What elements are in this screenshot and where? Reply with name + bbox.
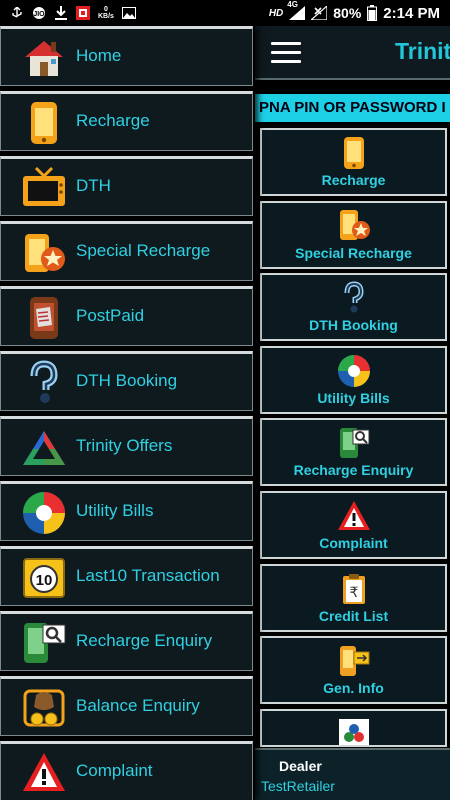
mobile-phone-icon xyxy=(21,100,67,146)
marquee-text: PNA PIN OR PASSWORD I xyxy=(259,99,446,116)
tile-credit-list[interactable]: ₹ Credit List xyxy=(260,563,447,632)
tile-utility-bills[interactable]: Utility Bills xyxy=(260,345,447,414)
dealer-name: TestRetailer xyxy=(261,778,335,794)
recharge-enquiry-icon xyxy=(337,426,371,460)
users-icon xyxy=(337,717,371,745)
tile-recharge-enquiry[interactable]: Recharge Enquiry xyxy=(260,418,447,487)
drawer-item-last10-transaction[interactable]: 10 Last10 Transaction xyxy=(0,546,253,606)
tile-label: Special Recharge xyxy=(295,244,412,261)
image-icon xyxy=(121,6,136,20)
navigation-drawer: Home Recharge DTH Special Recharge PostP… xyxy=(0,26,255,800)
credit-list-icon: ₹ xyxy=(337,572,371,606)
app-title: Trinit xyxy=(395,38,450,64)
drawer-item-label: DTH Booking xyxy=(76,371,178,390)
drawer-item-label: Complaint xyxy=(76,761,153,780)
status-bar: JIO 0 KB/s HD 4G 80% 2:14 PM xyxy=(0,0,450,26)
home-icon xyxy=(21,35,67,81)
drawer-item-label: Recharge xyxy=(76,111,150,130)
tile-label: Recharge xyxy=(321,172,386,188)
no-signal-icon xyxy=(311,6,328,20)
drawer-item-trinity-offers[interactable]: Trinity Offers xyxy=(0,416,253,476)
drawer-item-dth-booking[interactable]: DTH Booking xyxy=(0,351,253,411)
menu-icon[interactable] xyxy=(271,42,301,64)
tile-grid: Recharge Special Recharge DTH Booking Ut… xyxy=(260,128,450,751)
drawer-item-label: Utility Bills xyxy=(76,501,154,520)
drawer-item-postpaid[interactable]: PostPaid xyxy=(0,286,253,346)
drawer-item-recharge-enquiry[interactable]: Recharge Enquiry xyxy=(0,611,253,671)
special-recharge-icon xyxy=(337,209,371,243)
drawer-item-label: Trinity Offers xyxy=(76,436,173,455)
drawer-item-label: Balance Enquiry xyxy=(76,696,200,715)
drawer-item-complaint[interactable]: Complaint xyxy=(0,741,253,800)
tile-label: DTH Booking xyxy=(309,317,398,334)
dealer-info: Dealer TestRetailer xyxy=(255,748,450,800)
tile-label: Recharge Enquiry xyxy=(293,462,414,479)
dealer-label: Dealer xyxy=(279,758,322,774)
drawer-item-label: DTH xyxy=(76,176,111,195)
svg-text:₹: ₹ xyxy=(349,585,358,601)
app-bar: Trinit xyxy=(255,26,450,80)
tile-label: Credit List xyxy=(318,607,389,624)
tile-dth-booking[interactable]: DTH Booking xyxy=(260,273,447,342)
signal-icon: 4G xyxy=(287,0,306,20)
drawer-item-label: Special Recharge xyxy=(76,241,211,260)
tile-special-recharge[interactable]: Special Recharge xyxy=(260,200,447,269)
gen-info-icon xyxy=(337,644,371,678)
battery-percent: 80% xyxy=(333,5,362,21)
tv-icon xyxy=(21,165,67,211)
tile-gen-info[interactable]: Gen. Info xyxy=(260,636,447,705)
drawer-item-special-recharge[interactable]: Special Recharge xyxy=(0,221,253,281)
drawer-item-dth[interactable]: DTH xyxy=(0,156,253,216)
balance-enquiry-icon xyxy=(21,685,67,731)
clock: 2:14 PM xyxy=(383,4,440,22)
svg-text:10: 10 xyxy=(36,572,53,589)
utility-bills-icon xyxy=(337,354,371,388)
last10-icon: 10 xyxy=(21,555,67,601)
drawer-item-balance-enquiry[interactable]: Balance Enquiry xyxy=(0,676,253,736)
drawer-item-label: Home xyxy=(76,46,122,65)
network-speed: 0 KB/s xyxy=(98,6,114,20)
special-recharge-icon xyxy=(21,230,67,276)
drawer-item-home[interactable]: Home xyxy=(0,26,253,86)
tile-label: Utility Bills xyxy=(317,389,390,406)
tile-more[interactable] xyxy=(260,708,447,747)
trinity-logo-icon xyxy=(21,425,67,471)
dth-booking-icon xyxy=(21,360,67,406)
marquee-banner: PNA PIN OR PASSWORD I xyxy=(255,94,450,122)
recharge-enquiry-icon xyxy=(21,620,67,666)
tile-recharge[interactable]: Recharge xyxy=(260,128,447,196)
drawer-item-label: PostPaid xyxy=(76,306,145,325)
app-notification-icon: JIO xyxy=(32,6,46,20)
usb-icon xyxy=(10,6,24,20)
drawer-item-utility-bills[interactable]: Utility Bills xyxy=(0,481,253,541)
drawer-item-recharge[interactable]: Recharge xyxy=(0,91,253,151)
main-screen: Trinit PNA PIN OR PASSWORD I Recharge Sp… xyxy=(255,26,450,800)
drawer-item-label: Recharge Enquiry xyxy=(76,631,213,650)
tile-complaint[interactable]: Complaint xyxy=(260,490,447,559)
tile-label: Complaint xyxy=(319,534,388,551)
warning-icon xyxy=(337,499,371,533)
download-icon xyxy=(54,6,68,20)
svg-text:JIO: JIO xyxy=(33,11,45,18)
battery-icon xyxy=(367,5,378,21)
postpaid-icon xyxy=(21,295,67,341)
dth-booking-icon xyxy=(337,281,371,315)
mobile-phone-icon xyxy=(337,136,371,170)
warning-icon xyxy=(21,750,67,796)
hd-indicator: HD xyxy=(268,7,284,19)
bank-app-icon xyxy=(76,6,90,20)
drawer-item-label: Last10 Transaction xyxy=(76,566,220,585)
utility-bills-icon xyxy=(21,490,67,536)
tile-label: Gen. Info xyxy=(323,680,384,697)
